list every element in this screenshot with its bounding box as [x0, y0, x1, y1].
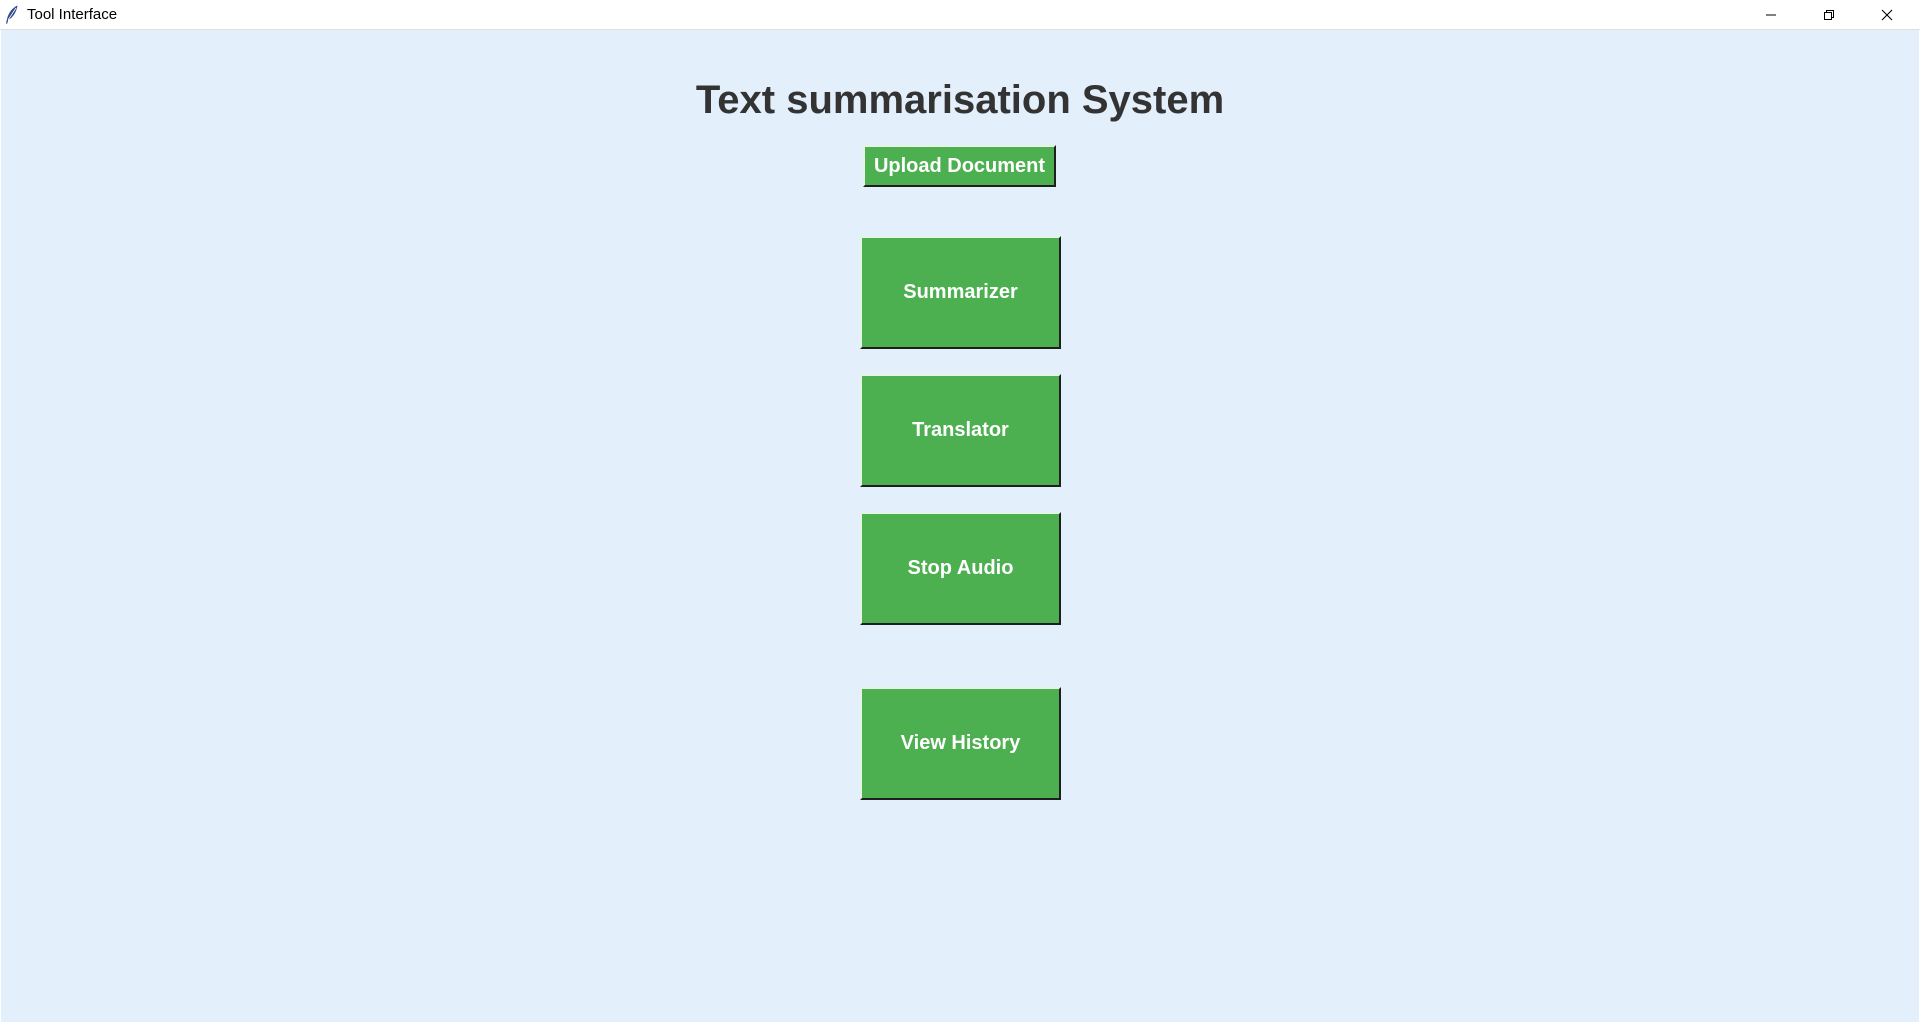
upload-document-button[interactable]: Upload Document	[863, 145, 1056, 187]
title-bar[interactable]: Tool Interface	[0, 0, 1920, 30]
app-window: Tool Interface Text summarisation System…	[0, 0, 1920, 1023]
restore-button[interactable]	[1800, 0, 1858, 29]
translator-button[interactable]: Translator	[860, 374, 1061, 487]
close-icon	[1881, 9, 1893, 21]
feather-icon	[5, 5, 19, 24]
window-title: Tool Interface	[27, 6, 118, 23]
summarizer-button[interactable]: Summarizer	[860, 236, 1061, 349]
stop-audio-button[interactable]: Stop Audio	[860, 512, 1061, 625]
close-button[interactable]	[1858, 0, 1916, 29]
view-history-button[interactable]: View History	[860, 687, 1061, 800]
restore-icon	[1823, 9, 1835, 21]
minimize-icon	[1765, 9, 1777, 21]
minimize-button[interactable]	[1742, 0, 1800, 29]
main-panel: Text summarisation System Upload Documen…	[1, 30, 1919, 1022]
page-title: Text summarisation System	[695, 78, 1225, 122]
